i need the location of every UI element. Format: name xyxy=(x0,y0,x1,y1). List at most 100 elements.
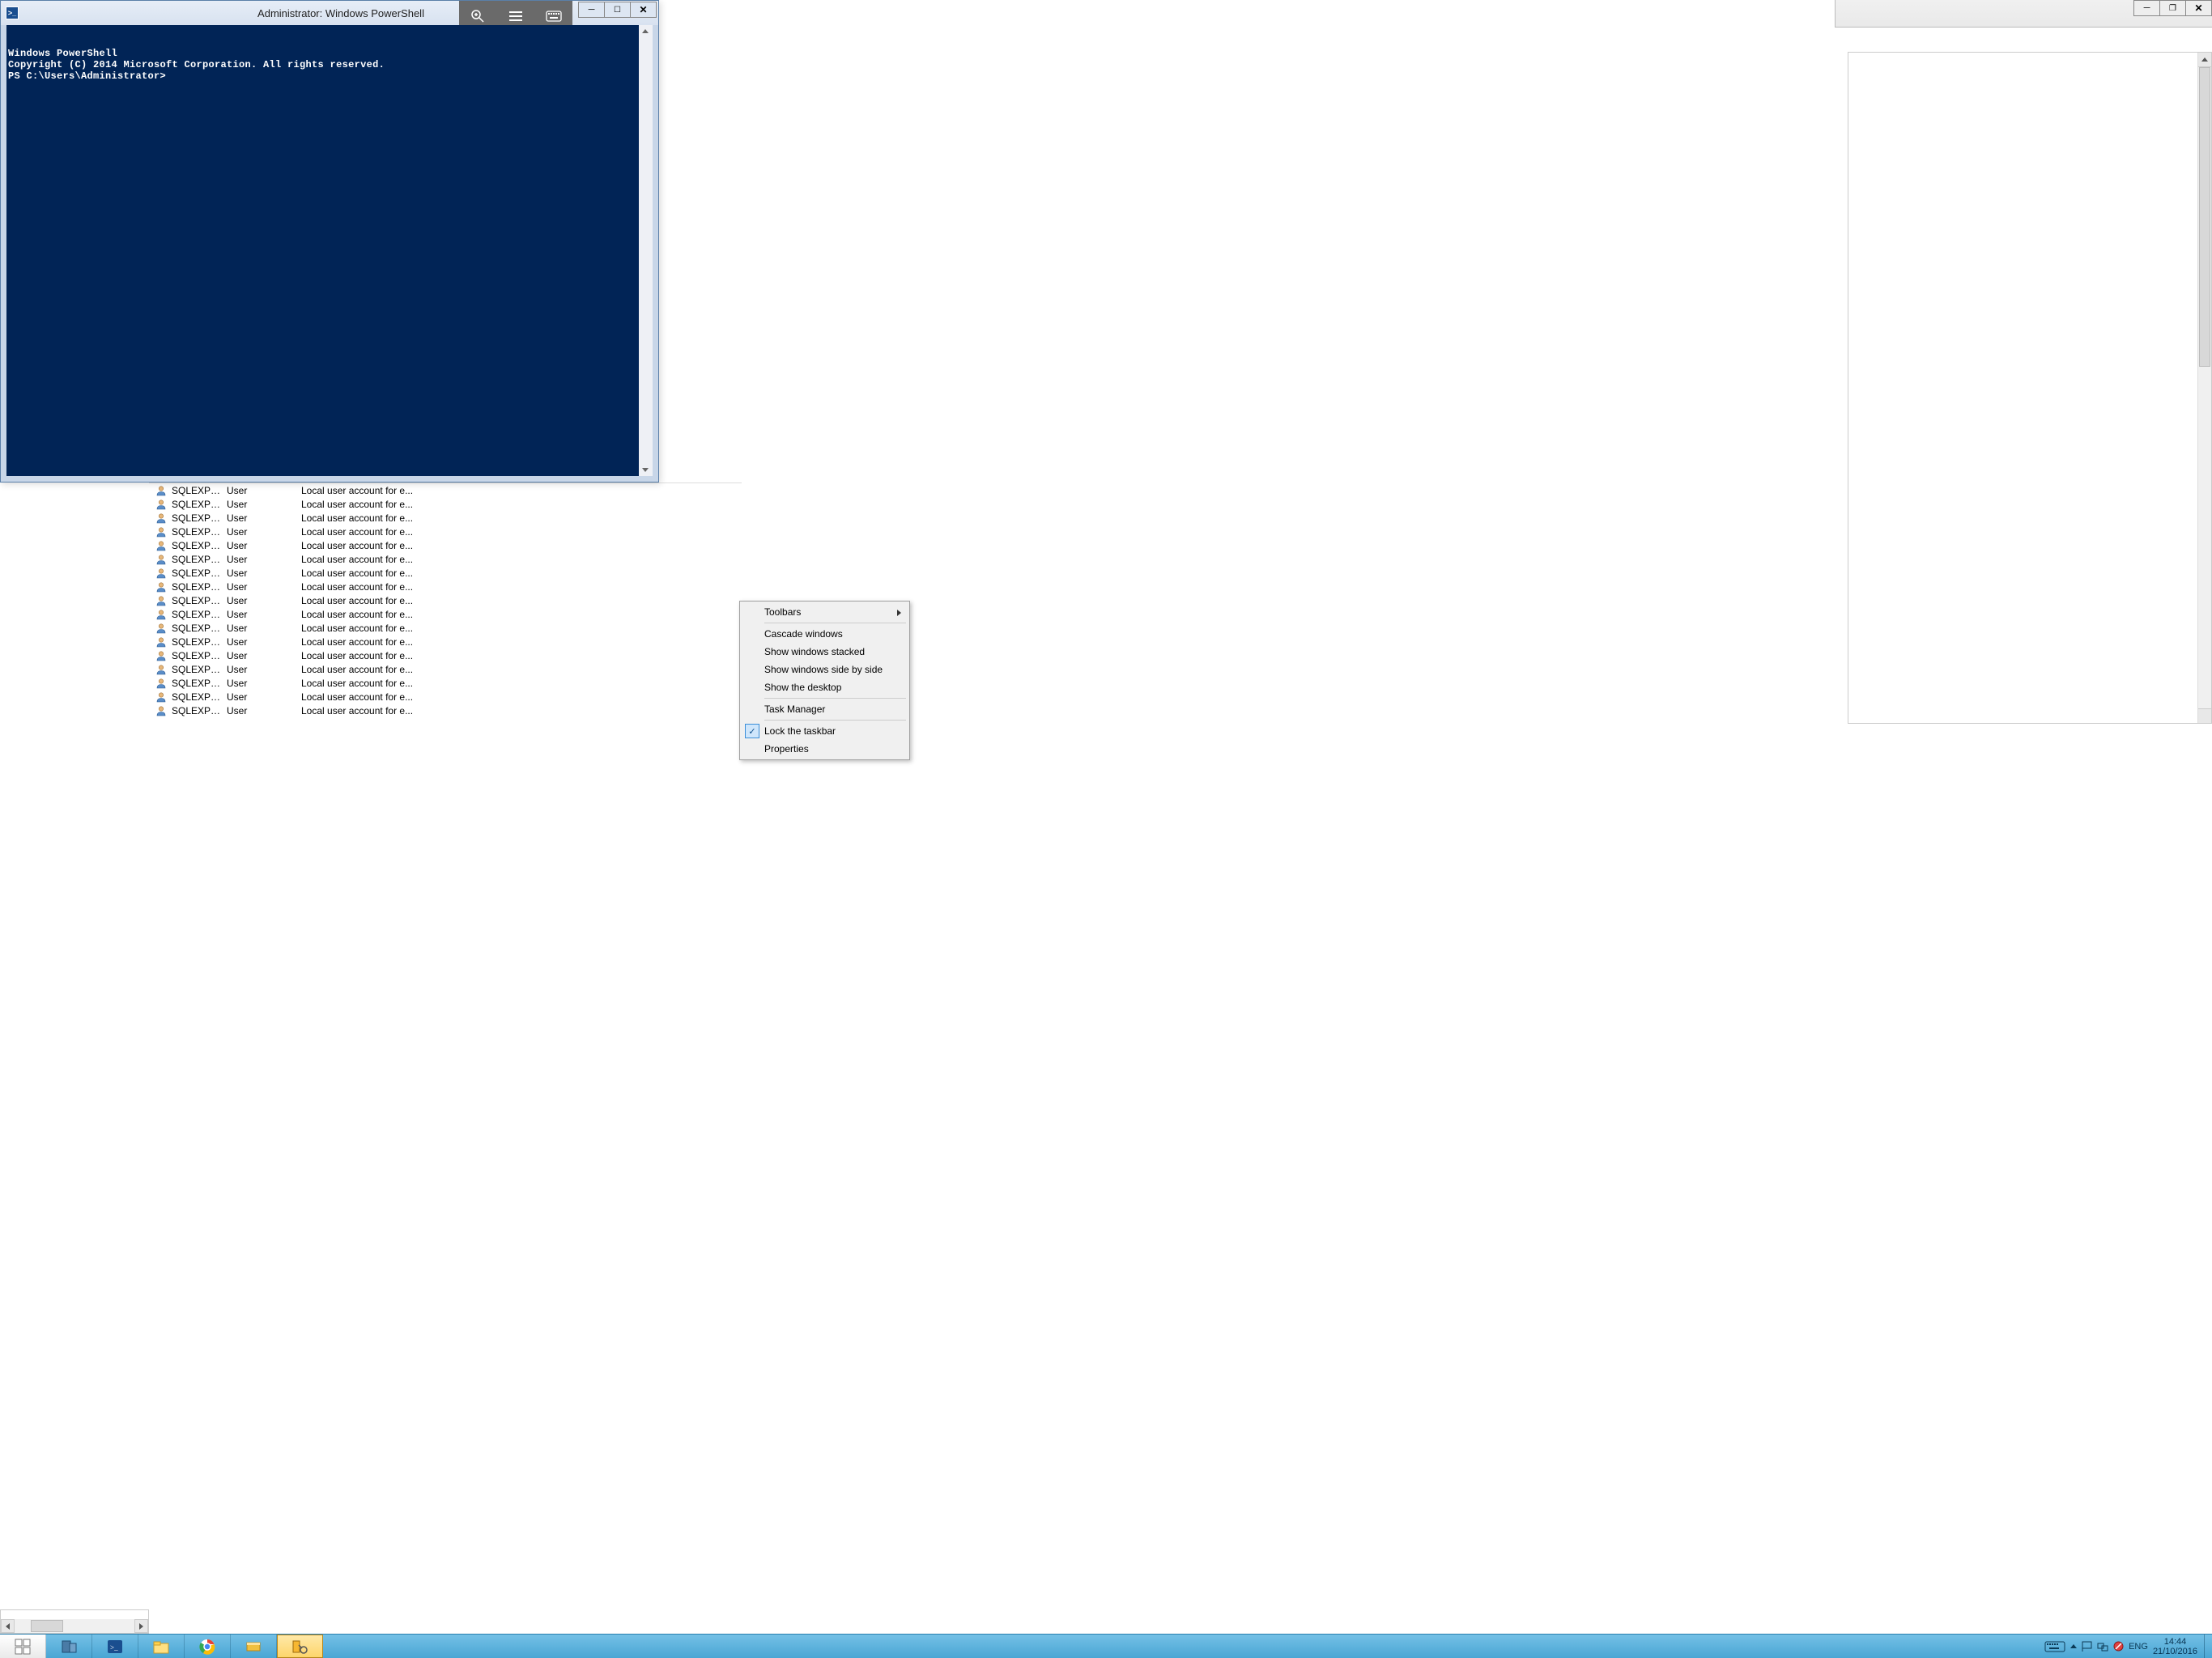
user-name: SQLEXPRESS... xyxy=(172,485,227,496)
menu-item[interactable]: Show windows stacked xyxy=(742,643,908,661)
menu-item[interactable]: Task Manager xyxy=(742,700,908,718)
clock-date: 21/10/2016 xyxy=(2153,1647,2197,1656)
powershell-taskbar-button[interactable]: >_ xyxy=(92,1635,138,1658)
bg-restore-button[interactable]: ❐ xyxy=(2159,0,2186,16)
user-type: User xyxy=(227,705,301,716)
language-indicator[interactable]: ENG xyxy=(2129,1642,2148,1652)
user-icon xyxy=(155,526,167,538)
menu-item[interactable]: Show the desktop xyxy=(742,678,908,696)
user-row[interactable]: SQLEXPRESS... User Local user account fo… xyxy=(149,580,742,593)
bg-close-button[interactable]: ✕ xyxy=(2185,0,2212,16)
start-button[interactable] xyxy=(0,1635,46,1658)
user-desc: Local user account for e... xyxy=(301,499,413,510)
clock-time: 14:44 xyxy=(2164,1637,2187,1647)
user-row[interactable]: SQLEXPRESS... User Local user account fo… xyxy=(149,566,742,580)
user-icon xyxy=(155,705,167,716)
tray-overflow-icon[interactable] xyxy=(2070,1644,2077,1648)
tree-panel xyxy=(0,1609,149,1634)
keyboard-icon[interactable] xyxy=(542,5,565,28)
network-tray-icon[interactable] xyxy=(2097,1641,2108,1652)
user-desc: Local user account for e... xyxy=(301,485,413,496)
user-name: SQLEXPRESS... xyxy=(172,691,227,703)
minimize-button[interactable]: ─ xyxy=(578,2,605,18)
console-scrollbar[interactable] xyxy=(639,25,653,476)
user-icon xyxy=(155,595,167,606)
console-line: PS C:\Users\Administrator> xyxy=(8,70,653,82)
user-row[interactable]: SQLEXPRESS... User Local user account fo… xyxy=(149,704,742,717)
console-line: Windows PowerShell xyxy=(8,48,653,59)
user-desc: Local user account for e... xyxy=(301,678,413,689)
user-name: SQLEXPRESS... xyxy=(172,609,227,620)
user-row[interactable]: SQLEXPRESS... User Local user account fo… xyxy=(149,607,742,621)
user-name: SQLEXPRESS... xyxy=(172,623,227,634)
user-type: User xyxy=(227,581,301,593)
user-desc: Local user account for e... xyxy=(301,650,413,661)
user-name: SQLEXPRESS... xyxy=(172,636,227,648)
console-line: Copyright (C) 2014 Microsoft Corporation… xyxy=(8,59,653,70)
tree-scrollbar[interactable] xyxy=(1,1619,148,1633)
maximize-button[interactable]: ☐ xyxy=(604,2,631,18)
user-desc: Local user account for e... xyxy=(301,526,413,538)
explorer-button[interactable] xyxy=(138,1635,185,1658)
menu-item[interactable]: Lock the taskbar✓ xyxy=(742,722,908,740)
user-desc: Local user account for e... xyxy=(301,664,413,675)
osk-tray-icon[interactable] xyxy=(2044,1641,2065,1652)
user-desc: Local user account for e... xyxy=(301,636,413,648)
sound-tray-icon[interactable] xyxy=(2113,1641,2124,1652)
user-row[interactable]: SQLEXPRESS... User Local user account fo… xyxy=(149,621,742,635)
submenu-arrow-icon xyxy=(897,610,901,616)
menu-item[interactable]: Toolbars xyxy=(742,603,908,621)
user-icon xyxy=(155,664,167,675)
user-row[interactable]: SQLEXPRESS... User Local user account fo… xyxy=(149,676,742,690)
user-type: User xyxy=(227,526,301,538)
user-type: User xyxy=(227,664,301,675)
user-name: SQLEXPRESS... xyxy=(172,526,227,538)
user-row[interactable]: SQLEXPRESS... User Local user account fo… xyxy=(149,552,742,566)
user-row[interactable]: SQLEXPRESS... User Local user account fo… xyxy=(149,525,742,538)
user-type: User xyxy=(227,485,301,496)
menu-icon[interactable] xyxy=(504,5,527,28)
app-button-active[interactable] xyxy=(277,1635,323,1658)
user-row[interactable]: SQLEXPRESS... User Local user account fo… xyxy=(149,511,742,525)
background-window-titlebar: ─ ❐ ✕ xyxy=(1835,0,2212,28)
panel-scrollbar[interactable] xyxy=(2197,53,2211,723)
user-name: SQLEXPRESS... xyxy=(172,678,227,689)
user-desc: Local user account for e... xyxy=(301,705,413,716)
flag-tray-icon[interactable] xyxy=(2082,1641,2092,1652)
bg-minimize-button[interactable]: ─ xyxy=(2133,0,2160,16)
user-desc: Local user account for e... xyxy=(301,691,413,703)
user-row[interactable]: SQLEXPRESS... User Local user account fo… xyxy=(149,538,742,552)
user-row[interactable]: SQLEXPRESS... User Local user account fo… xyxy=(149,648,742,662)
show-desktop-button[interactable] xyxy=(2204,1635,2212,1658)
server-manager-button[interactable] xyxy=(46,1635,92,1658)
user-desc: Local user account for e... xyxy=(301,623,413,634)
user-row[interactable]: SQLEXPRESS... User Local user account fo… xyxy=(149,635,742,648)
svg-text:>_: >_ xyxy=(110,1643,118,1652)
chrome-button[interactable] xyxy=(185,1635,231,1658)
user-icon xyxy=(155,678,167,689)
user-type: User xyxy=(227,691,301,703)
user-icon xyxy=(155,540,167,551)
menu-item[interactable]: Properties xyxy=(742,740,908,758)
clock[interactable]: 14:44 21/10/2016 xyxy=(2153,1637,2197,1656)
system-tray: ENG 14:44 21/10/2016 xyxy=(2038,1635,2204,1658)
close-button[interactable]: ✕ xyxy=(630,2,657,18)
user-icon xyxy=(155,609,167,620)
zoom-icon[interactable] xyxy=(466,5,489,28)
user-icon xyxy=(155,499,167,510)
user-name: SQLEXPRESS... xyxy=(172,595,227,606)
user-row[interactable]: SQLEXPRESS... User Local user account fo… xyxy=(149,690,742,704)
app-button-1[interactable] xyxy=(231,1635,277,1658)
menu-item[interactable]: Cascade windows xyxy=(742,625,908,643)
user-row[interactable]: SQLEXPRESS... User Local user account fo… xyxy=(149,483,742,497)
user-row[interactable]: SQLEXPRESS... User Local user account fo… xyxy=(149,662,742,676)
user-row[interactable]: SQLEXPRESS... User Local user account fo… xyxy=(149,497,742,511)
user-desc: Local user account for e... xyxy=(301,540,413,551)
user-icon xyxy=(155,636,167,648)
menu-item[interactable]: Show windows side by side xyxy=(742,661,908,678)
user-row[interactable]: SQLEXPRESS... User Local user account fo… xyxy=(149,593,742,607)
user-type: User xyxy=(227,623,301,634)
user-type: User xyxy=(227,568,301,579)
user-desc: Local user account for e... xyxy=(301,595,413,606)
powershell-console[interactable]: Windows PowerShellCopyright (C) 2014 Mic… xyxy=(6,25,653,476)
